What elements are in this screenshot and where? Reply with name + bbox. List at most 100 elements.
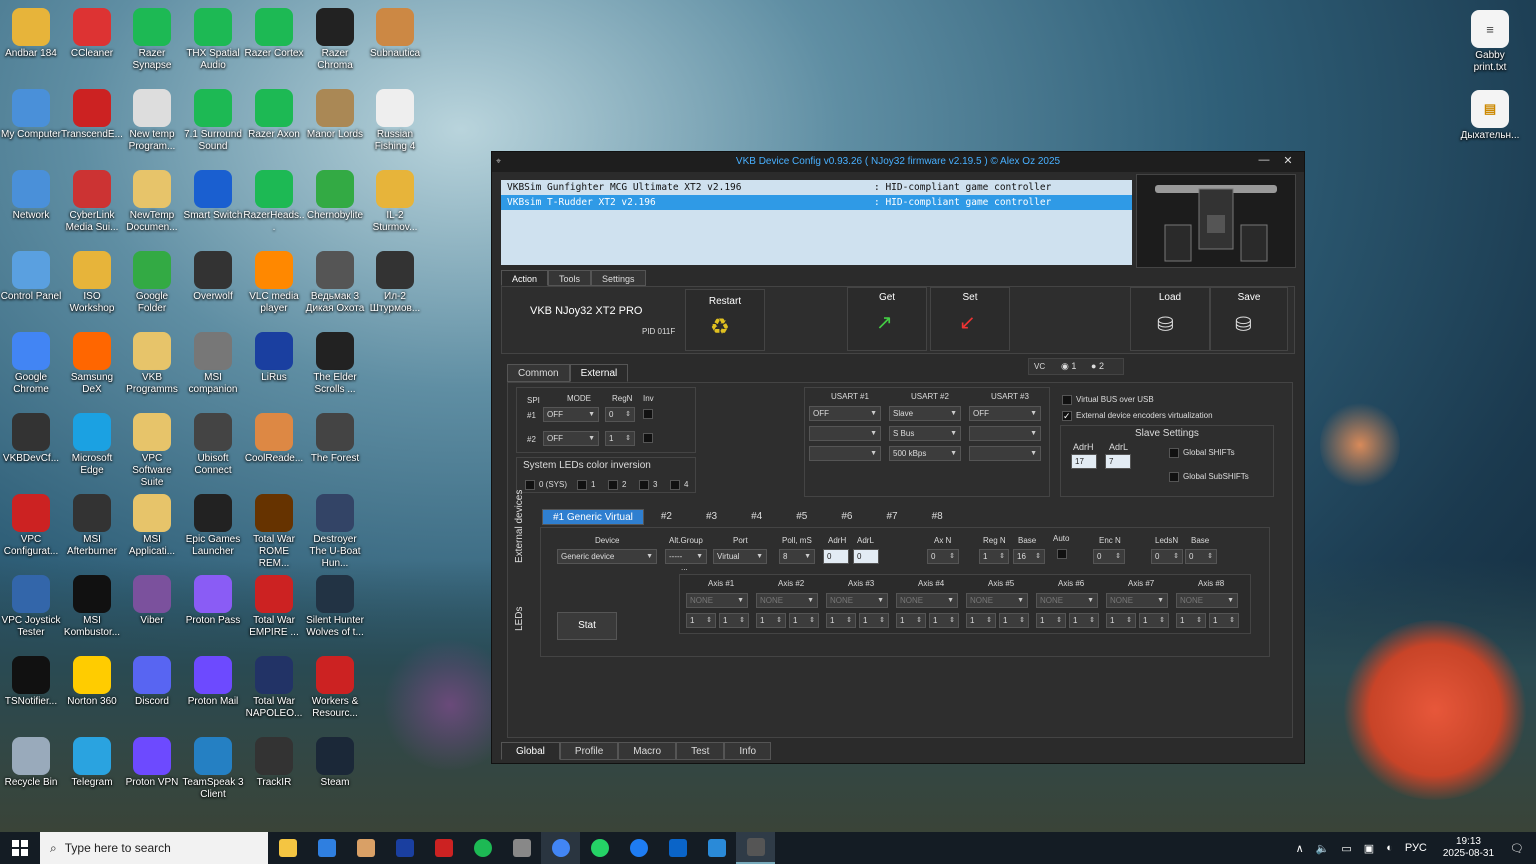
axis-number-stepper[interactable]: 1 ⇕ <box>1139 613 1169 628</box>
axis-number-stepper[interactable]: 1 ⇕ <box>929 613 959 628</box>
tab-virtual-7[interactable]: #7 <box>869 509 914 525</box>
alt-group-select[interactable]: ----- ▼ <box>665 549 707 564</box>
axis-number-stepper[interactable]: 1 ⇕ <box>789 613 819 628</box>
leds-base-stepper[interactable]: 0 ⇕ <box>1185 549 1217 564</box>
vkb-config-taskbar-icon[interactable] <box>736 832 775 864</box>
store-taskbar-icon[interactable] <box>697 832 736 864</box>
outlook-taskbar-icon[interactable] <box>658 832 697 864</box>
side-tab-leds[interactable]: LEDs <box>514 607 525 631</box>
desktop-icon[interactable]: Razer Axon <box>243 85 305 163</box>
desktop-icon[interactable]: Workers & Resourc... <box>304 652 366 730</box>
tab-tools[interactable]: Tools <box>548 270 592 286</box>
usart3-protocol-select[interactable]: ▼ <box>969 426 1041 441</box>
file-explorer-taskbar-icon[interactable] <box>268 832 307 864</box>
axis-number-stepper[interactable]: 1 ⇕ <box>1209 613 1239 628</box>
port-select[interactable]: Virtual ▼ <box>713 549 767 564</box>
desktop-icon[interactable]: Razer Synapse <box>121 4 183 82</box>
desktop-icon[interactable]: Norton 360 <box>61 652 123 730</box>
set-button[interactable]: Set ↙ <box>930 287 1010 351</box>
adrh-input[interactable]: 0 <box>823 549 849 564</box>
notifications-icon[interactable]: 🗨 <box>1510 842 1524 855</box>
spi2-mode-select[interactable]: OFF ▼ <box>543 431 599 446</box>
desktop-icon[interactable]: Ил-2 Штурмов... <box>364 247 426 325</box>
todo-taskbar-icon[interactable] <box>307 832 346 864</box>
global-shifts-checkbox[interactable] <box>1169 448 1179 458</box>
led-inv-2-checkbox[interactable] <box>608 480 618 490</box>
desktop-icon[interactable]: MSI Kombustor... <box>61 571 123 649</box>
axis-source-select[interactable]: NONE ▼ <box>756 593 818 608</box>
desktop-icon[interactable]: TranscendE... <box>61 85 123 163</box>
desktop-icon[interactable]: TeamSpeak 3 Client <box>182 733 244 811</box>
lirus-taskbar-icon[interactable] <box>385 832 424 864</box>
tab-virtual-5[interactable]: #5 <box>779 509 824 525</box>
led-inv-0-checkbox[interactable] <box>525 480 535 490</box>
desktop-file-icon[interactable]: ≡ Gabby print.txt <box>1459 6 1521 84</box>
desktop-icon[interactable]: Smart Switch <box>182 166 244 244</box>
axn-stepper[interactable]: 0 ⇕ <box>927 549 959 564</box>
desktop-icon[interactable]: Razer Cortex <box>243 4 305 82</box>
usart2-speed-select[interactable]: 500 kBps ▼ <box>889 446 961 461</box>
desktop-icon[interactable]: Manor Lords <box>304 85 366 163</box>
desktop-icon[interactable]: Razer Chroma <box>304 4 366 82</box>
desktop-icon[interactable]: The Forest <box>304 409 366 487</box>
led-inv-4-checkbox[interactable] <box>670 480 680 490</box>
desktop-icon[interactable]: Destroyer The U-Boat Hun... <box>304 490 366 569</box>
axis-number-stepper[interactable]: 1 ⇕ <box>966 613 996 628</box>
device-type-select[interactable]: Generic device ▼ <box>557 549 657 564</box>
desktop-icon[interactable]: LiRus <box>243 328 305 406</box>
spi1-regn-stepper[interactable]: 0 ⇕ <box>605 407 635 422</box>
razer-taskbar-icon[interactable] <box>463 832 502 864</box>
desktop-icon[interactable]: New temp Program... <box>121 85 183 163</box>
language-indicator[interactable]: РУС <box>1405 842 1427 854</box>
coolreader-taskbar-icon[interactable] <box>346 832 385 864</box>
tab-global[interactable]: Global <box>501 742 560 760</box>
calculator-taskbar-icon[interactable] <box>502 832 541 864</box>
desktop-icon[interactable]: The Elder Scrolls ... <box>304 328 366 406</box>
desktop-icon[interactable]: Proton Mail <box>182 652 244 730</box>
desktop-icon[interactable]: VKB Programms <box>121 328 183 406</box>
adrl-input[interactable]: 0 <box>853 549 879 564</box>
network-icon[interactable]: ▭ <box>1341 842 1351 855</box>
led-inv-3-checkbox[interactable] <box>639 480 649 490</box>
axis-number-stepper[interactable]: 1 ⇕ <box>896 613 926 628</box>
axis-source-select[interactable]: NONE ▼ <box>1176 593 1238 608</box>
axis-number-stepper[interactable]: 1 ⇕ <box>1069 613 1099 628</box>
desktop-icon[interactable]: VKBDevCf... <box>0 409 62 487</box>
desktop-icon[interactable]: CoolReade... <box>243 409 305 487</box>
usart1-mode-select[interactable]: OFF ▼ <box>809 406 881 421</box>
tab-info[interactable]: Info <box>724 742 772 760</box>
tab-profile[interactable]: Profile <box>559 742 619 760</box>
axis-source-select[interactable]: NONE ▼ <box>1036 593 1098 608</box>
desktop-icon[interactable]: Viber <box>121 571 183 649</box>
encn-stepper[interactable]: 0 ⇕ <box>1093 549 1125 564</box>
desktop-icon[interactable]: Epic Games Launcher <box>182 490 244 568</box>
tab-settings[interactable]: Settings <box>591 270 646 286</box>
axis-number-stepper[interactable]: 1 ⇕ <box>719 613 749 628</box>
restart-button[interactable]: Restart ♻ <box>685 289 765 351</box>
usart1-speed-select[interactable]: ▼ <box>809 446 881 461</box>
desktop-icon[interactable]: Microsoft Edge <box>61 409 123 487</box>
desktop-icon[interactable]: MSI Applicati... <box>121 490 183 568</box>
regn-stepper[interactable]: 1 ⇕ <box>979 549 1009 564</box>
led-inv-1-checkbox[interactable] <box>577 480 587 490</box>
start-button[interactable] <box>0 832 40 864</box>
desktop-icon[interactable]: 7.1 Surround Sound <box>182 85 244 163</box>
vc-radio-2[interactable]: ● 2 <box>1091 361 1104 371</box>
close-button[interactable]: ✕ <box>1278 154 1298 170</box>
auto-checkbox[interactable] <box>1057 549 1067 559</box>
usart3-mode-select[interactable]: OFF ▼ <box>969 406 1041 421</box>
tab-external[interactable]: External <box>569 364 629 382</box>
tab-virtual-2[interactable]: #2 <box>644 509 689 525</box>
desktop-icon[interactable]: Total War ROME REM... <box>243 490 305 569</box>
axis-number-stepper[interactable]: 1 ⇕ <box>1176 613 1206 628</box>
save-button[interactable]: Save ⛁ <box>1210 287 1288 351</box>
whatsapp-taskbar-icon[interactable] <box>580 832 619 864</box>
messenger-taskbar-icon[interactable] <box>619 832 658 864</box>
desktop-icon[interactable]: VPC Configurat... <box>0 490 62 568</box>
desktop-icon[interactable]: Network <box>0 166 62 244</box>
tab-macro[interactable]: Macro <box>618 742 677 760</box>
clock[interactable]: 19:13 2025-08-31 <box>1443 836 1494 860</box>
tab-virtual-6[interactable]: #6 <box>824 509 869 525</box>
desktop-icon[interactable]: TSNotifier... <box>0 652 62 730</box>
desktop-icon[interactable]: Ubisoft Connect <box>182 409 244 487</box>
